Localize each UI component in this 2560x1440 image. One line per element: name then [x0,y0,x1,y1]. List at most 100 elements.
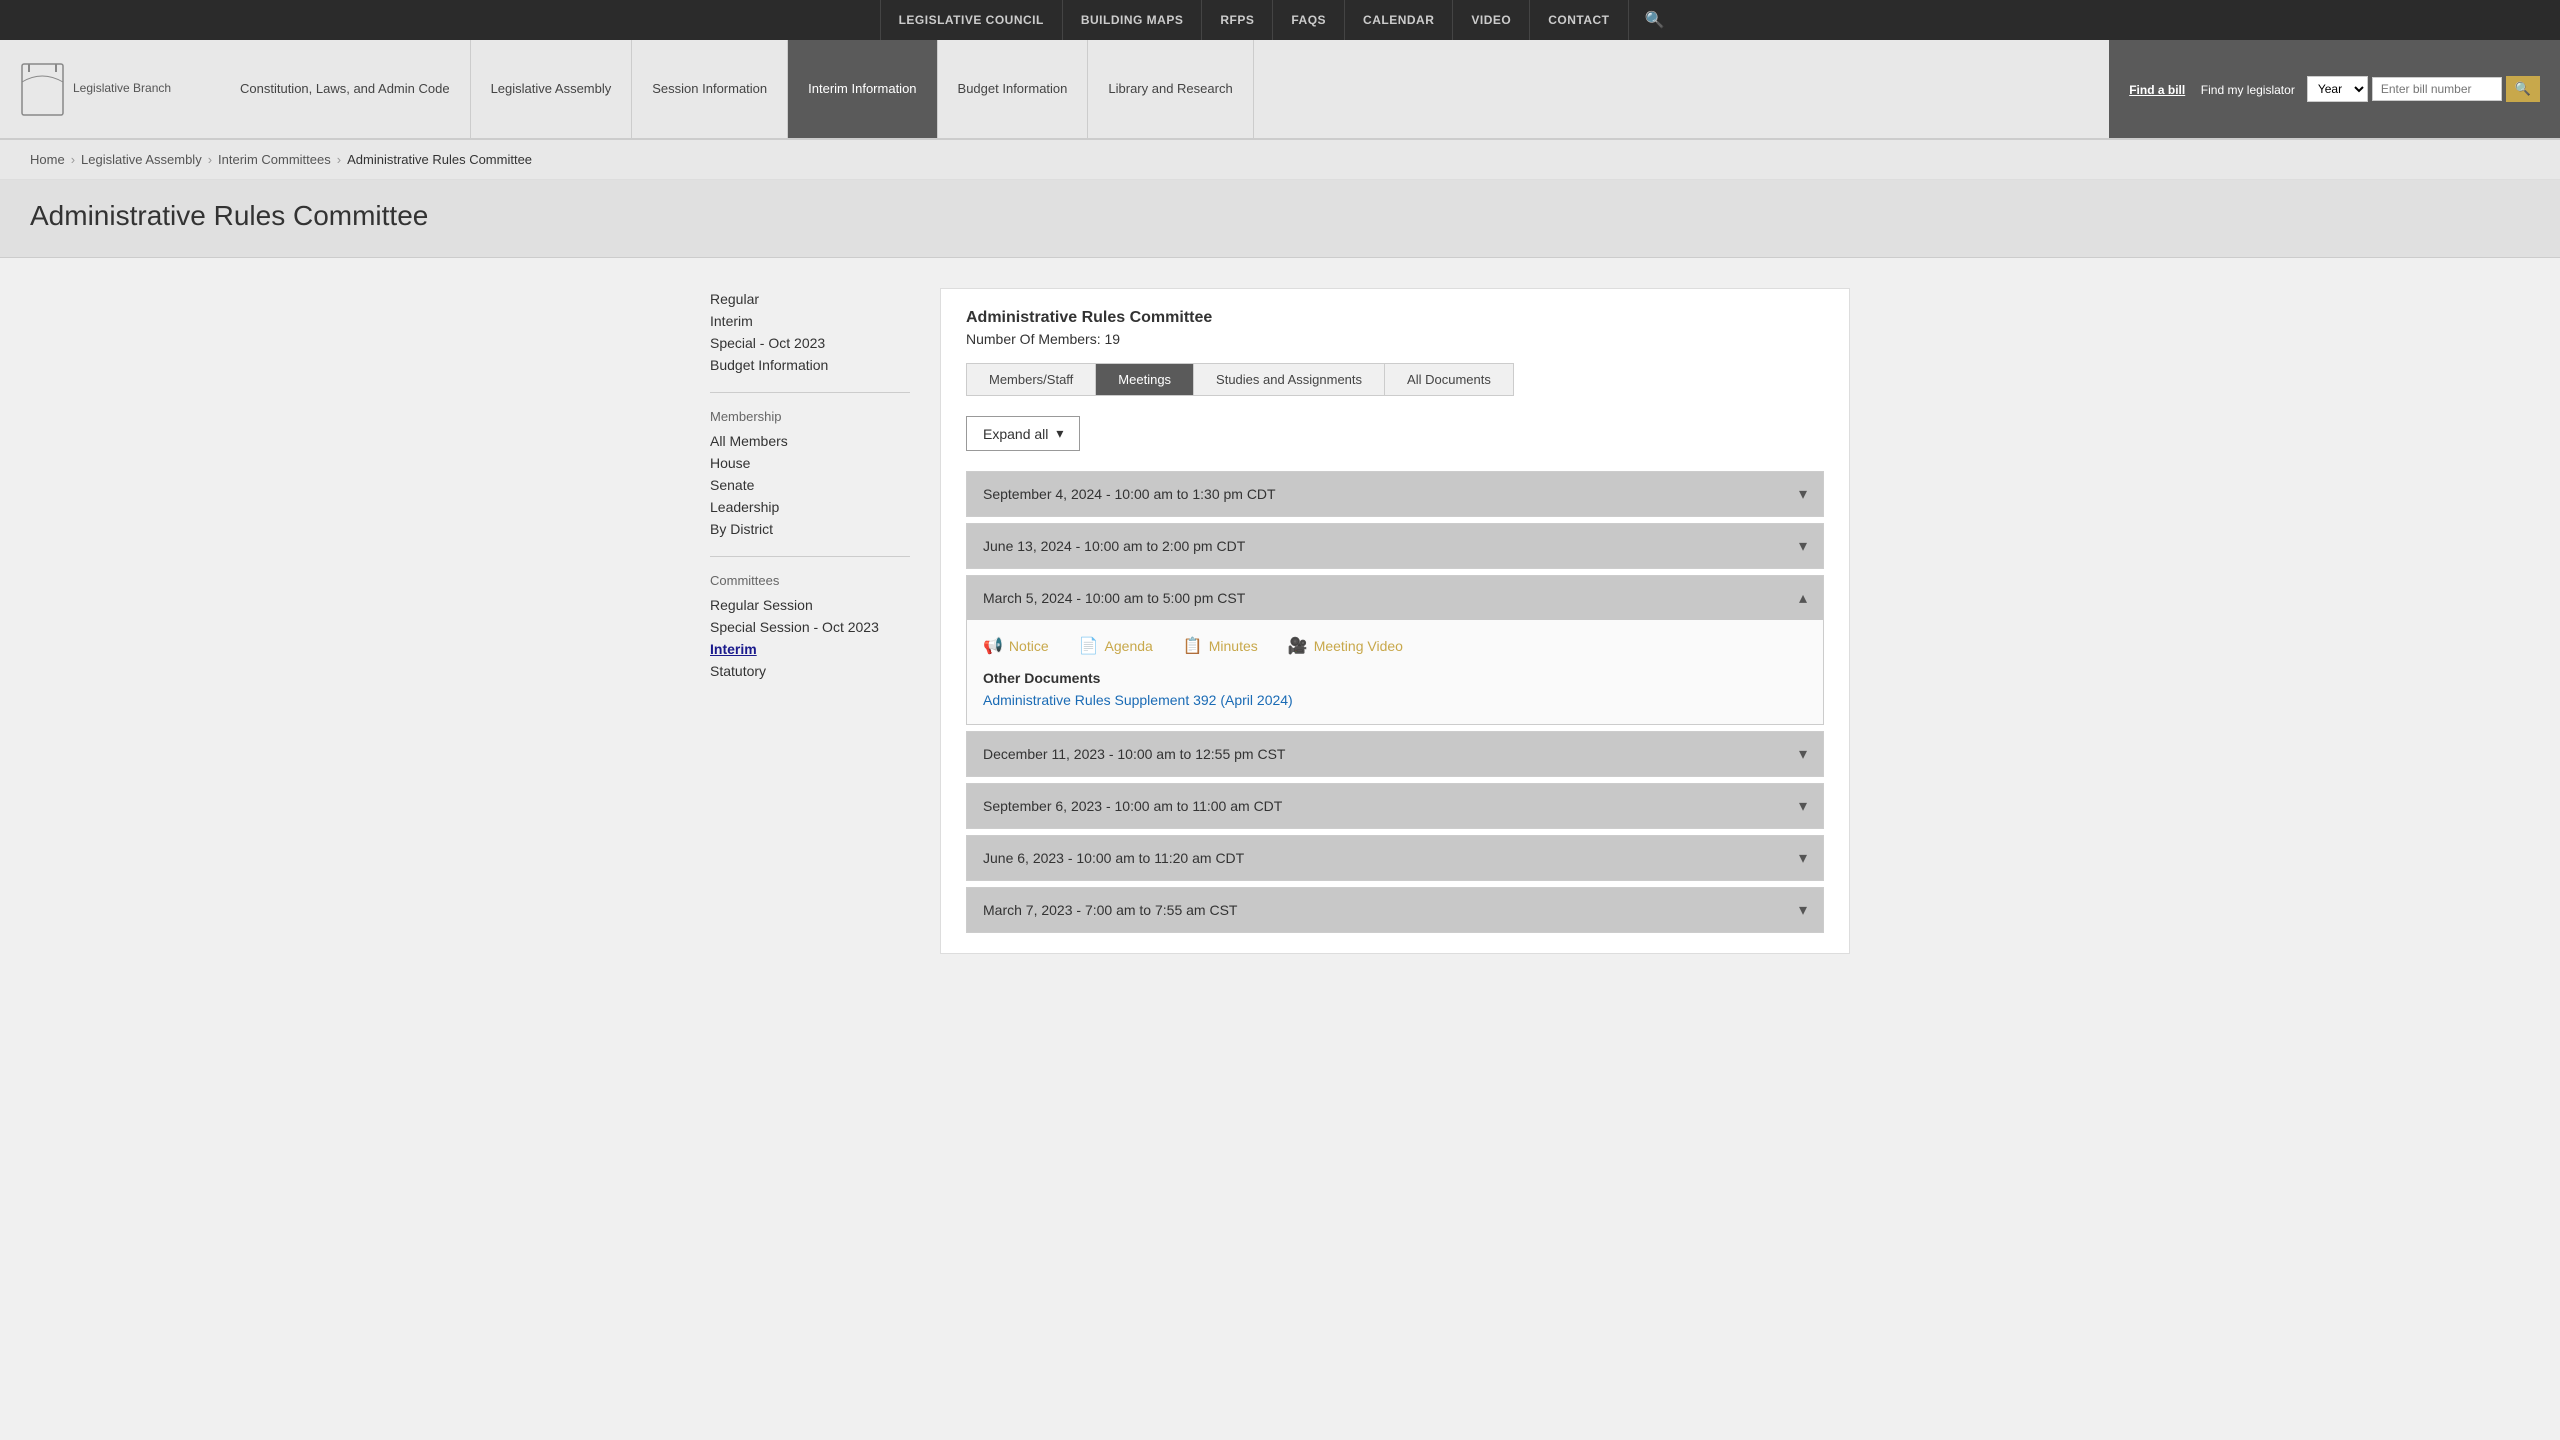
video-icon: 🎥 [1288,636,1308,656]
meeting-row: June 6, 2023 - 10:00 am to 11:20 am CDT … [966,835,1824,881]
meeting-header-7[interactable]: March 7, 2023 - 7:00 am to 7:55 am CST ▾ [967,888,1823,932]
sidebar-link-regular-session[interactable]: Regular Session [710,594,910,616]
committee-title: Administrative Rules Committee [966,309,1824,327]
meeting-label-3: March 5, 2024 - 10:00 am to 5:00 pm CST [983,590,1245,606]
expand-all-label: Expand all [983,426,1048,442]
page-title-bar: Administrative Rules Committee [0,180,2560,258]
member-count: Number Of Members: 19 [966,331,1824,347]
chevron-down-icon: ▾ [1056,425,1063,442]
supplement-link[interactable]: Administrative Rules Supplement 392 (Apr… [983,692,1293,708]
notice-label: Notice [1009,638,1049,654]
sidebar: Regular Interim Special - Oct 2023 Budge… [710,288,910,954]
minutes-link[interactable]: 📋 Minutes [1183,636,1258,656]
main-header: Legislative Branch Constitution, Laws, a… [0,40,2560,140]
agenda-icon: 📄 [1079,636,1099,656]
breadcrumb: Home › Legislative Assembly › Interim Co… [0,140,2560,180]
bill-number-input[interactable] [2372,77,2502,101]
nav-item-constitution[interactable]: Constitution, Laws, and Admin Code [220,40,471,138]
find-bill-area: Find a bill Find my legislator Year 2024… [2109,40,2560,138]
meeting-label-5: September 6, 2023 - 10:00 am to 11:00 am… [983,798,1282,814]
tabs-row: Members/Staff Meetings Studies and Assig… [966,363,1514,396]
find-legislator-link[interactable]: Find my legislator [2201,83,2295,97]
nav-faqs[interactable]: FAQS [1273,0,1345,40]
sidebar-link-regular[interactable]: Regular [710,288,910,310]
find-bill-link[interactable]: Find a bill [2129,83,2185,97]
tab-all-documents[interactable]: All Documents [1385,364,1513,395]
logo-text: Legislative Branch [73,81,171,97]
sidebar-link-leadership[interactable]: Leadership [710,496,910,518]
meeting-row: December 11, 2023 - 10:00 am to 12:55 pm… [966,731,1824,777]
sidebar-link-special-session-oct-2023[interactable]: Special Session - Oct 2023 [710,616,910,638]
logo[interactable]: Legislative Branch [20,62,171,117]
sidebar-divider-2 [710,556,910,557]
nav-item-session-info[interactable]: Session Information [632,40,788,138]
nav-video[interactable]: VIDEO [1453,0,1530,40]
sidebar-link-senate[interactable]: Senate [710,474,910,496]
meeting-row: March 7, 2023 - 7:00 am to 7:55 am CST ▾ [966,887,1824,933]
breadcrumb-interim-committees[interactable]: Interim Committees [218,152,331,167]
meeting-row: September 6, 2023 - 10:00 am to 11:00 am… [966,783,1824,829]
meeting-header-4[interactable]: December 11, 2023 - 10:00 am to 12:55 pm… [967,732,1823,776]
meeting-docs-row: 📢 Notice 📄 Agenda 📋 Minutes 🎥 [983,636,1807,656]
chevron-icon: ▾ [1799,848,1807,868]
state-shape-icon [20,62,65,117]
tab-studies-assignments[interactable]: Studies and Assignments [1194,364,1385,395]
sidebar-committees-label: Committees [710,573,910,588]
meeting-accordion: September 4, 2024 - 10:00 am to 1:30 pm … [966,471,1824,933]
meeting-row: June 13, 2024 - 10:00 am to 2:00 pm CDT … [966,523,1824,569]
expand-all-button[interactable]: Expand all ▾ [966,416,1080,451]
nav-item-legislative-assembly[interactable]: Legislative Assembly [471,40,633,138]
tab-members-staff[interactable]: Members/Staff [967,364,1096,395]
search-icon[interactable]: 🔍 [1629,0,1681,40]
top-navigation: LEGISLATIVE COUNCIL BUILDING MAPS RFPS F… [0,0,2560,40]
sidebar-link-interim-committees[interactable]: Interim [710,638,910,660]
meeting-header-2[interactable]: June 13, 2024 - 10:00 am to 2:00 pm CDT … [967,524,1823,568]
sidebar-link-special-oct-2023[interactable]: Special - Oct 2023 [710,332,910,354]
main-panel: Administrative Rules Committee Number Of… [940,288,1850,954]
content-wrapper: Regular Interim Special - Oct 2023 Budge… [680,258,1880,984]
breadcrumb-sep-2: › [208,152,212,167]
meeting-label-1: September 4, 2024 - 10:00 am to 1:30 pm … [983,486,1276,502]
breadcrumb-legislative-assembly[interactable]: Legislative Assembly [81,152,202,167]
year-select[interactable]: Year 2024 2023 2022 [2307,76,2368,102]
nav-rfps[interactable]: RFPS [1202,0,1273,40]
meeting-label-6: June 6, 2023 - 10:00 am to 11:20 am CDT [983,850,1244,866]
nav-item-budget-info[interactable]: Budget Information [938,40,1089,138]
main-nav: Constitution, Laws, and Admin Code Legis… [220,40,2109,138]
logo-area: Legislative Branch [0,40,220,138]
agenda-link[interactable]: 📄 Agenda [1079,636,1153,656]
bill-search-button[interactable]: 🔍 [2506,76,2540,102]
chevron-icon: ▾ [1799,900,1807,920]
sidebar-link-all-members[interactable]: All Members [710,430,910,452]
meeting-header-3[interactable]: March 5, 2024 - 10:00 am to 5:00 pm CST … [967,576,1823,620]
chevron-icon: ▾ [1799,796,1807,816]
sidebar-link-by-district[interactable]: By District [710,518,910,540]
nav-item-library-research[interactable]: Library and Research [1088,40,1253,138]
meeting-header-1[interactable]: September 4, 2024 - 10:00 am to 1:30 pm … [967,472,1823,516]
sidebar-link-house[interactable]: House [710,452,910,474]
meeting-video-link[interactable]: 🎥 Meeting Video [1288,636,1403,656]
meeting-header-6[interactable]: June 6, 2023 - 10:00 am to 11:20 am CDT … [967,836,1823,880]
minutes-label: Minutes [1209,638,1258,654]
nav-legislative-council[interactable]: LEGISLATIVE COUNCIL [880,0,1063,40]
nav-item-interim-info[interactable]: Interim Information [788,40,937,138]
nav-calendar[interactable]: CALENDAR [1345,0,1453,40]
sidebar-link-interim[interactable]: Interim [710,310,910,332]
meeting-body-3: 📢 Notice 📄 Agenda 📋 Minutes 🎥 [967,620,1823,724]
nav-building-maps[interactable]: BUILDING MAPS [1063,0,1203,40]
agenda-label: Agenda [1105,638,1153,654]
notice-link[interactable]: 📢 Notice [983,636,1049,656]
meeting-header-5[interactable]: September 6, 2023 - 10:00 am to 11:00 am… [967,784,1823,828]
nav-contact[interactable]: CONTACT [1530,0,1628,40]
sidebar-link-budget-information[interactable]: Budget Information [710,354,910,376]
sidebar-membership-label: Membership [710,409,910,424]
meeting-row: March 5, 2024 - 10:00 am to 5:00 pm CST … [966,575,1824,725]
breadcrumb-current: Administrative Rules Committee [347,152,532,167]
meeting-label-2: June 13, 2024 - 10:00 am to 2:00 pm CDT [983,538,1245,554]
other-docs-label: Other Documents [983,670,1807,686]
sidebar-link-statutory[interactable]: Statutory [710,660,910,682]
breadcrumb-sep-1: › [71,152,75,167]
chevron-icon: ▾ [1799,536,1807,556]
breadcrumb-home[interactable]: Home [30,152,65,167]
tab-meetings[interactable]: Meetings [1096,364,1194,395]
